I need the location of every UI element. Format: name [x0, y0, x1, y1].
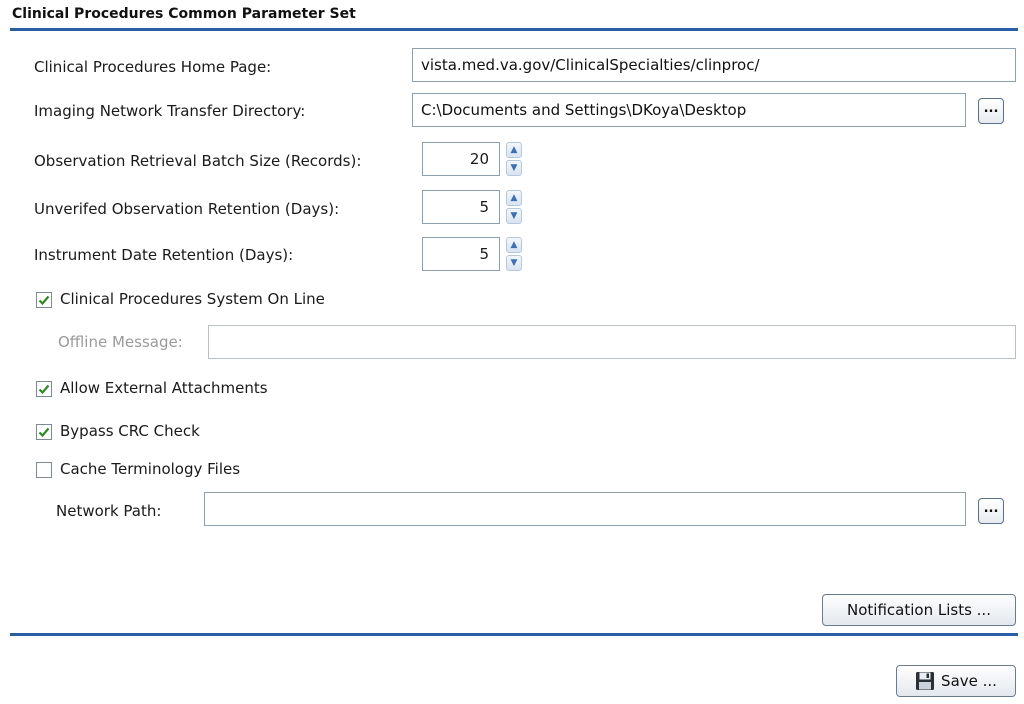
chevron-up-icon[interactable]: ▲ — [506, 237, 522, 253]
unverified-retention-input[interactable]: 5 — [422, 190, 500, 224]
chevron-up-icon[interactable]: ▲ — [506, 190, 522, 206]
external-attachments-label: Allow External Attachments — [60, 379, 268, 397]
save-button[interactable]: Save ... — [896, 665, 1016, 697]
bypass-crc-label: Bypass CRC Check — [60, 422, 200, 440]
network-path-browse-button[interactable]: ... — [978, 498, 1004, 524]
home-page-label: Clinical Procedures Home Page: — [34, 58, 272, 76]
batch-size-label: Observation Retrieval Batch Size (Record… — [34, 152, 362, 170]
checkmark-icon — [38, 384, 50, 395]
instrument-retention-label: Instrument Date Retention (Days): — [34, 246, 294, 264]
network-path-input[interactable] — [204, 492, 966, 526]
chevron-down-icon[interactable]: ▼ — [506, 255, 522, 271]
offline-message-input[interactable] — [208, 325, 1016, 359]
bypass-crc-checkbox[interactable] — [36, 424, 52, 440]
instrument-retention-input[interactable]: 5 — [422, 237, 500, 271]
chevron-up-icon[interactable]: ▲ — [506, 142, 522, 158]
online-checkbox[interactable] — [36, 292, 52, 308]
save-label: Save ... — [941, 672, 997, 690]
home-page-input[interactable]: vista.med.va.gov/ClinicalSpecialties/cli… — [412, 48, 1016, 82]
checkmark-icon — [38, 427, 50, 438]
unverified-retention-stepper[interactable]: ▲ ▼ — [506, 190, 522, 224]
cache-terminology-label: Cache Terminology Files — [60, 460, 241, 478]
section-divider-bottom — [10, 633, 1018, 636]
batch-size-input[interactable]: 20 — [422, 142, 500, 176]
online-label: Clinical Procedures System On Line — [60, 290, 325, 308]
network-path-label: Network Path: — [56, 502, 162, 520]
imaging-dir-label: Imaging Network Transfer Directory: — [34, 102, 306, 120]
chevron-down-icon[interactable]: ▼ — [506, 208, 522, 224]
imaging-dir-input[interactable]: C:\Documents and Settings\DKoya\Desktop — [412, 93, 966, 127]
imaging-dir-browse-button[interactable]: ... — [978, 98, 1004, 124]
instrument-retention-stepper[interactable]: ▲ ▼ — [506, 237, 522, 271]
chevron-down-icon[interactable]: ▼ — [506, 160, 522, 176]
section-title: Clinical Procedures Common Parameter Set — [12, 6, 356, 22]
checkmark-icon — [38, 295, 50, 306]
section-divider-top — [10, 28, 1018, 31]
notification-lists-button[interactable]: Notification Lists ... — [822, 594, 1016, 626]
batch-size-stepper[interactable]: ▲ ▼ — [506, 142, 522, 176]
floppy-disk-icon — [916, 672, 935, 690]
cache-terminology-checkbox[interactable] — [36, 462, 52, 478]
offline-message-label: Offline Message: — [58, 333, 183, 351]
unverified-retention-label: Unverifed Observation Retention (Days): — [34, 200, 340, 218]
external-attachments-checkbox[interactable] — [36, 381, 52, 397]
